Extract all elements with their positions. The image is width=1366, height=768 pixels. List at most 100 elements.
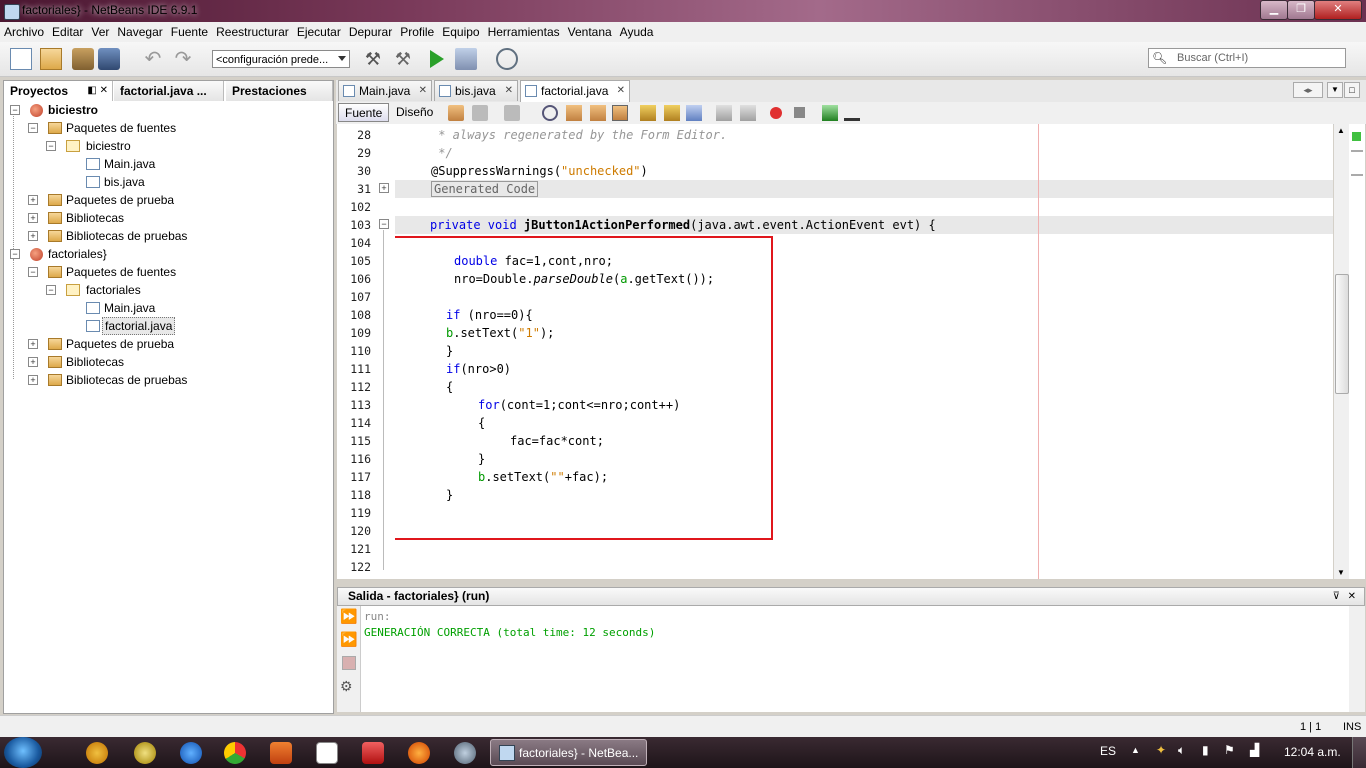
taskbar-netbeans-button[interactable]: factoriales} - NetBea... [490, 739, 647, 766]
menu-profile[interactable]: Profile [396, 22, 438, 42]
run-icon[interactable] [426, 48, 448, 70]
code-fold-generated[interactable]: Generated Code [431, 180, 539, 198]
internet-explorer-icon[interactable] [180, 742, 202, 764]
close-icon[interactable]: ✕ [1348, 588, 1356, 605]
app-icon[interactable] [134, 742, 156, 764]
output-console[interactable]: run: GENERACIÓN CORRECTA (total time: 12… [361, 606, 1365, 712]
network-icon[interactable]: ▟ [1250, 743, 1259, 757]
debug-icon[interactable] [455, 48, 477, 70]
expand-fold-icon[interactable]: + [379, 183, 389, 193]
forward-icon[interactable] [504, 105, 520, 121]
menu-navegar[interactable]: Navegar [113, 22, 166, 42]
language-indicator[interactable]: ES [1100, 744, 1116, 758]
redo-icon[interactable]: ↷ [172, 48, 194, 70]
previous-bookmark-icon[interactable] [640, 105, 656, 121]
next-bookmark-icon[interactable] [664, 105, 680, 121]
stop-macro-icon[interactable] [794, 107, 805, 118]
uncomment-icon[interactable] [844, 105, 860, 121]
back-icon[interactable] [472, 105, 488, 121]
flag-icon[interactable]: ⚑ [1224, 743, 1235, 757]
profile-icon[interactable] [496, 48, 518, 70]
close-icon[interactable]: ✕ [505, 81, 513, 101]
close-icon[interactable]: ✕ [419, 81, 427, 101]
undo-icon[interactable]: ↶ [142, 48, 164, 70]
start-macro-icon[interactable] [770, 107, 782, 119]
new-file-icon[interactable] [10, 48, 32, 70]
tab-list-dropdown-icon[interactable]: ▼ [1327, 82, 1343, 98]
clock[interactable]: 12:04 a.m. [1284, 745, 1341, 759]
tab-prestaciones[interactable]: Prestaciones [226, 81, 333, 101]
volume-icon[interactable]: 🔈︎ [1178, 743, 1185, 758]
tab-factorial-java[interactable]: factorial.java ✕ [520, 80, 630, 102]
menu-ayuda[interactable]: Ayuda [616, 22, 658, 42]
collapse-fold-icon[interactable]: − [379, 219, 389, 229]
media-player-icon[interactable] [270, 742, 292, 764]
show-desktop-button[interactable] [1352, 737, 1366, 768]
start-button[interactable] [4, 737, 42, 768]
last-edit-icon[interactable] [448, 105, 464, 121]
find-next-icon[interactable] [590, 105, 606, 121]
find-icon[interactable] [542, 105, 558, 121]
save-all-icon[interactable] [98, 48, 120, 70]
tab-factorial-navigator[interactable]: factorial.java ... [114, 81, 224, 101]
status-bar: 1 | 1 INS [0, 715, 1366, 738]
code-editor[interactable]: * always regenerated by the Form Editor.… [395, 124, 1333, 579]
tab-main-java[interactable]: Main.java ✕ [338, 80, 432, 101]
minimize-button[interactable]: ▁ [1260, 0, 1288, 20]
line-number: 112 [350, 380, 371, 394]
tab-proyectos[interactable]: Proyectos ◧ ✕ [4, 81, 113, 101]
menu-ver[interactable]: Ver [87, 22, 113, 42]
tree-label: Paquetes de fuentes [66, 265, 177, 279]
menu-depurar[interactable]: Depurar [345, 22, 396, 42]
output-scrollbar[interactable] [1349, 606, 1365, 712]
menu-ventana[interactable]: Ventana [564, 22, 616, 42]
menu-reestructurar[interactable]: Reestructurar [212, 22, 293, 42]
menu-archivo[interactable]: Archivo [0, 22, 48, 42]
app-icon[interactable] [454, 742, 476, 764]
new-project-icon[interactable] [40, 48, 62, 70]
menu-editar[interactable]: Editar [48, 22, 87, 42]
app-icon[interactable] [362, 742, 384, 764]
shift-left-icon[interactable] [716, 105, 732, 121]
comment-icon[interactable] [822, 105, 838, 121]
app-icon[interactable] [86, 742, 108, 764]
maximize-editor-icon[interactable]: □ [1344, 82, 1360, 98]
scroll-up-icon[interactable]: ▲ [1337, 126, 1345, 135]
search-input[interactable]: Buscar (Ctrl+I) [1148, 48, 1346, 68]
find-previous-icon[interactable] [566, 105, 582, 121]
power-icon[interactable]: ▮ [1202, 743, 1209, 757]
word-icon[interactable] [316, 742, 338, 764]
toggle-bookmark-icon[interactable] [686, 105, 702, 121]
close-icon[interactable]: ◧ ✕ [87, 81, 108, 101]
clean-build-icon[interactable]: ⚒ [392, 48, 414, 70]
menu-herramientas[interactable]: Herramientas [484, 22, 564, 42]
rerun-with-params-icon[interactable]: ⏩ [340, 632, 357, 646]
tray-icon[interactable]: ✦ [1156, 743, 1166, 757]
toggle-highlight-icon[interactable] [612, 105, 628, 121]
chrome-icon[interactable] [224, 742, 246, 764]
rerun-icon[interactable]: ⏩ [340, 609, 357, 623]
design-mode-button[interactable]: Diseño [390, 103, 439, 122]
firefox-icon[interactable] [408, 742, 430, 764]
configuration-select[interactable]: <configuración prede... [212, 50, 350, 68]
maximize-button[interactable]: ❐ [1287, 0, 1315, 20]
menu-fuente[interactable]: Fuente [167, 22, 212, 42]
scroll-down-icon[interactable]: ▼ [1337, 568, 1345, 577]
minimize-window-icon[interactable]: ⊽ [1333, 588, 1340, 605]
menu-ejecutar[interactable]: Ejecutar [293, 22, 345, 42]
tab-scroll-arrows-icon[interactable]: ◂▸ [1293, 82, 1323, 98]
show-hidden-icons-icon[interactable]: ▲ [1131, 745, 1140, 755]
shift-right-icon[interactable] [740, 105, 756, 121]
stop-icon[interactable] [342, 656, 356, 670]
build-hammer-icon[interactable]: ⚒ [362, 48, 384, 70]
close-button[interactable]: ✕ [1314, 0, 1362, 20]
line-number: 122 [350, 560, 371, 574]
editor-vertical-scrollbar[interactable]: ▲ ▼ [1334, 124, 1349, 579]
scrollbar-thumb[interactable] [1335, 274, 1349, 394]
open-project-icon[interactable] [72, 48, 94, 70]
menu-equipo[interactable]: Equipo [438, 22, 483, 42]
close-icon[interactable]: ✕ [617, 81, 625, 101]
settings-icon[interactable]: ⚙ [340, 678, 353, 695]
tab-bis-java[interactable]: bis.java ✕ [434, 80, 518, 101]
source-mode-button[interactable]: Fuente [338, 103, 390, 122]
